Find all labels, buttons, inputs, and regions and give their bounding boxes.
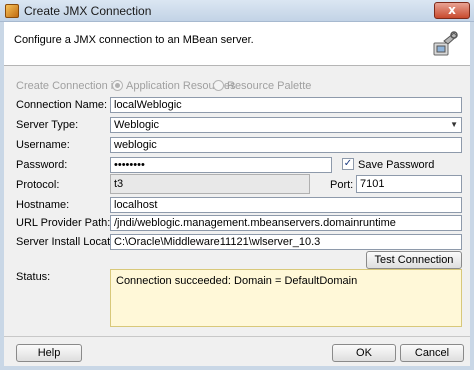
hostname-input[interactable]: localhost xyxy=(110,197,462,213)
header-description: Configure a JMX connection to an MBean s… xyxy=(14,34,254,46)
url-provider-path-label: URL Provider Path: xyxy=(16,217,111,229)
radio-resource-palette-label: Resource Palette xyxy=(227,80,312,92)
create-in-label: Create Connection in: xyxy=(16,80,123,92)
window-title: Create JMX Connection xyxy=(24,4,152,18)
chevron-down-icon: ▼ xyxy=(450,120,458,129)
connection-wizard-icon xyxy=(433,31,458,56)
port-label: Port: xyxy=(330,179,354,191)
username-label: Username: xyxy=(16,139,70,151)
hostname-label: Hostname: xyxy=(16,199,70,211)
form-panel: Create Connection in: Application Resour… xyxy=(4,66,470,366)
server-type-label: Server Type: xyxy=(16,119,79,131)
footer-divider xyxy=(4,336,470,337)
url-provider-path-input[interactable]: /jndi/weblogic.management.mbeanservers.d… xyxy=(110,215,462,231)
close-button[interactable]: x xyxy=(434,2,470,19)
test-connection-button[interactable]: Test Connection xyxy=(366,251,462,269)
port-input[interactable]: 7101 xyxy=(356,175,462,193)
app-icon xyxy=(5,4,19,18)
save-password-checkbox[interactable]: ✓ xyxy=(342,158,354,170)
title-bar: Create JMX Connection x xyxy=(0,0,474,22)
password-input[interactable]: •••••••• xyxy=(110,157,332,173)
save-password-label: Save Password xyxy=(358,159,435,171)
server-type-select[interactable]: Weblogic ▼ xyxy=(110,117,462,133)
ok-button[interactable]: OK xyxy=(332,344,396,362)
radio-resource-palette[interactable] xyxy=(213,80,224,91)
cancel-button[interactable]: Cancel xyxy=(400,344,464,362)
status-label: Status: xyxy=(16,271,51,283)
server-install-location-input[interactable]: C:\Oracle\Middleware11121\wlserver_10.3 xyxy=(110,234,462,250)
protocol-label: Protocol: xyxy=(16,179,60,191)
radio-application-resources[interactable] xyxy=(112,80,123,91)
password-label: Password: xyxy=(16,159,68,171)
help-button[interactable]: Help xyxy=(16,344,82,362)
connection-name-input[interactable]: localWeblogic xyxy=(110,97,462,113)
dialog-header: Configure a JMX connection to an MBean s… xyxy=(4,22,470,66)
status-text: Connection succeeded: Domain = DefaultDo… xyxy=(116,275,358,287)
username-input[interactable]: weblogic xyxy=(110,137,462,153)
connection-name-label: Connection Name: xyxy=(16,99,108,111)
server-type-value: Weblogic xyxy=(114,119,160,131)
status-box: Connection succeeded: Domain = DefaultDo… xyxy=(110,269,462,327)
protocol-field: t3 xyxy=(110,174,310,194)
